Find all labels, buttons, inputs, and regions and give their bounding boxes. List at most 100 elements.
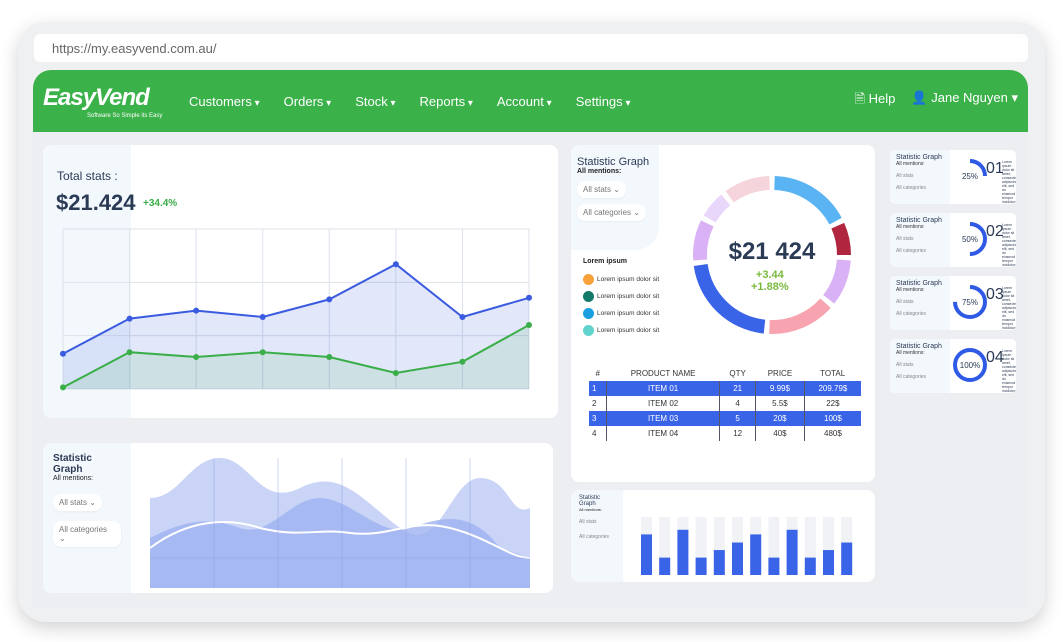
bar [677,529,689,575]
nav-stock[interactable]: Stock [355,94,395,109]
donut-segment [725,176,770,203]
table-cell: 1 [589,381,607,396]
address-bar[interactable]: https://my.easyvend.com.au/ [34,34,1028,62]
mini-stat-card: Statistic Graph All mentions: All stats All… [890,150,1016,204]
all-stats-dropdown[interactable]: All stats [896,173,944,179]
data-point [126,349,133,356]
mini-subtitle: All mentions: [896,224,925,230]
wave-chart [150,458,530,588]
user-menu[interactable]: 👤 Jane Nguyen ▾ [911,90,1018,112]
document-icon: 🗎 [854,91,866,106]
table-row[interactable]: 1 ITEM 01 21 9.99$ 209.79$ [589,381,861,396]
table-cell: 22$ [803,396,861,411]
nav-customers[interactable]: Customers [189,94,260,109]
all-categories-dropdown[interactable]: All categories [577,204,646,221]
all-stats-dropdown[interactable]: All stats [577,181,626,198]
bar [768,557,780,575]
legend-dot [583,291,594,302]
table-cell: 2 [592,399,597,408]
table-row[interactable]: 3 ITEM 03 5 20$ 100$ [589,411,861,426]
all-stats-dropdown[interactable]: All stats [896,299,944,305]
mini-text: Lorem ipsum dolor sit amet, consectetur … [1002,286,1016,330]
all-stats-dropdown[interactable]: All stats [896,362,944,368]
all-categories-dropdown[interactable]: All categories [896,311,944,317]
nav-orders[interactable]: Orders [284,94,332,109]
bar-graph-card: Statistic Graph All mentions: All stats … [571,490,875,582]
table-row[interactable]: 2 ITEM 02 4 5.5$ 22$ [589,396,861,411]
progress-percent: 50% [962,235,978,244]
table-cell: 20$ [755,411,805,426]
table-header: # [595,369,600,378]
table-cell: 5.5$ [755,396,805,411]
mini-title: Statistic Graph [896,217,942,224]
all-categories-dropdown[interactable]: All categories [896,248,944,254]
help-label: Help [868,91,896,106]
data-point [60,384,66,391]
bar [786,529,798,575]
nav-settings[interactable]: Settings [576,94,631,109]
product-table: # PRODUCT NAME QTY PRICE TOTAL 1 ITEM 01 21 9.99… [589,366,861,441]
nav-account[interactable]: Account [497,94,552,109]
data-point [392,370,399,376]
all-categories-dropdown[interactable]: All categories [896,374,944,380]
donut-change: +3.44 +1.88% [751,269,789,293]
all-categories-dropdown[interactable]: All categories [896,185,944,191]
user-name: Jane Nguyen [931,90,1008,105]
bar [732,542,743,575]
data-point [392,261,399,268]
donut-segment [693,220,714,261]
table-cell: ITEM 04 [606,426,720,441]
change-value: +3.44 [755,269,784,281]
legend-label: Lorem ipsum dolor sit [597,327,660,334]
table-row[interactable]: 4 ITEM 04 12 40$ 480$ [589,426,861,441]
mini-stat-card: Statistic Graph All mentions: All stats All… [890,339,1016,393]
mini-text: Lorem ipsum dolor sit amet, consectetur … [1002,349,1016,393]
mini-title: Statistic Graph [896,343,942,350]
donut-total: $21 424 [728,238,816,265]
table-cell: 12 [719,426,756,441]
mini-subtitle: All mentions: [896,287,925,293]
wave-subtitle: All mentions: [53,475,94,482]
top-nav: EasyVend Software So Simple its Easy Cust… [33,70,1028,132]
donut-segment [769,298,831,334]
wave-title: Statistic Graph [53,453,92,475]
table-header: PRODUCT NAME [630,369,696,378]
bar [713,550,725,575]
table-cell: 9.99$ [755,381,805,396]
stat-subtitle: All mentions: [577,168,622,175]
bar-chart [641,517,853,575]
data-point [126,315,133,322]
stat-title: Statistic Graph [577,156,650,168]
all-categories-dropdown[interactable]: All categories [53,521,121,547]
legend-item: Lorem ipsum dolor sit [583,322,659,339]
table-cell: 5 [719,411,756,426]
nav-reports[interactable]: Reports [420,94,473,109]
table-cell: 3 [589,411,607,426]
brand-logo[interactable]: EasyVend Software So Simple its Easy [43,78,173,124]
donut-segment [774,176,842,225]
table-cell: ITEM 02 [606,396,720,411]
legend-dot [583,274,594,285]
legend-label: Lorem ipsum dolor sit [597,276,660,283]
all-stats-dropdown[interactable]: All stats [53,494,102,511]
progress-ring: 25% [953,159,987,193]
donut-segment [703,194,731,223]
mini-subtitle: All mentions: [896,350,925,356]
table-cell: 480$ [803,426,861,441]
statistic-graph-card: Statistic Graph All mentions: All stats … [571,145,875,482]
all-stats-dropdown[interactable]: All stats [579,519,615,525]
bar [804,557,816,575]
bar-subtitle: All mentions: [579,507,602,512]
all-stats-dropdown[interactable]: All stats [896,236,944,242]
mini-title: Statistic Graph [896,154,942,161]
mini-title: Statistic Graph [896,280,942,287]
progress-percent: 25% [962,172,978,181]
legend: Lorem ipsum dolor sit Lorem ipsum dolor s… [583,271,659,339]
table-cell: 4 [719,396,756,411]
table-cell: 4 [592,429,597,438]
help-link[interactable]: 🗎 Help [855,90,896,112]
data-point [459,314,466,320]
all-categories-dropdown[interactable]: All categories [579,534,615,540]
data-point [193,307,200,314]
donut-segment [831,222,851,256]
